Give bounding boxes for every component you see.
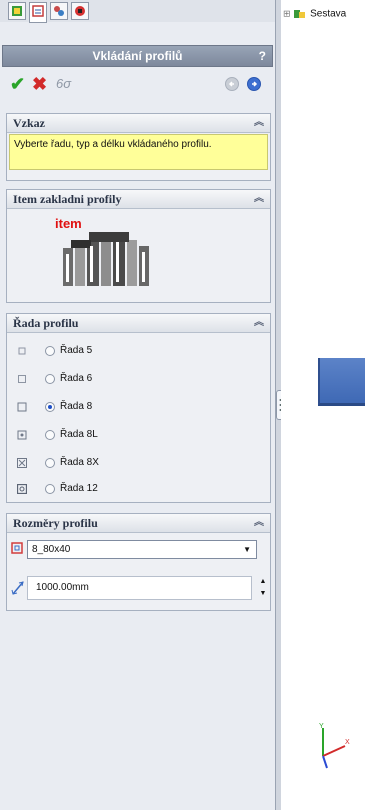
series-8x-label: Řada 8X xyxy=(60,457,99,468)
collapse-chevron-icon[interactable]: ︽ xyxy=(254,514,264,532)
display-manager-icon xyxy=(75,6,85,16)
profile-8x-icon xyxy=(17,458,27,468)
tree-expand-icon[interactable]: ⊞ xyxy=(283,9,291,19)
configuration-manager-tab[interactable] xyxy=(50,2,68,20)
feature-manager-tab[interactable] xyxy=(8,2,26,20)
series-12-radio[interactable] xyxy=(45,484,55,494)
panel-title: Vkládání profilů xyxy=(92,49,183,63)
series-8x-radio[interactable] xyxy=(45,458,55,468)
aluminium-profiles-image xyxy=(63,232,149,286)
item-profiles-group-title: Item zakladni profily xyxy=(13,192,122,206)
length-input[interactable]: 1000.00mm xyxy=(27,576,252,600)
series-8-radio[interactable] xyxy=(45,402,55,412)
series-8l-label: Řada 8L xyxy=(60,429,98,440)
length-icon xyxy=(11,581,24,595)
series-12-label: Řada 12 xyxy=(60,483,98,494)
spin-down-icon[interactable]: ▼ xyxy=(257,588,269,600)
configuration-manager-icon xyxy=(54,6,64,16)
profile-series-group-header[interactable]: Řada profilu ︽ xyxy=(7,314,270,333)
assembly-name: Sestava xyxy=(310,8,347,20)
profile-type-value: 8_80x40 xyxy=(32,544,71,555)
item-profiles-group-header[interactable]: Item zakladni profily ︽ xyxy=(7,190,270,209)
profile-8-icon xyxy=(17,402,27,412)
ok-button[interactable]: ✔ xyxy=(10,74,25,94)
profile-type-select[interactable]: 8_80x40 ▼ xyxy=(27,540,257,559)
profile-12-icon xyxy=(17,484,27,494)
message-group: Vzkaz ︽ Vyberte řadu, typ a délku vkláda… xyxy=(6,113,271,181)
cancel-button[interactable]: ✖ xyxy=(32,74,47,94)
forward-button[interactable] xyxy=(247,77,261,91)
series-6-label: Řada 6 xyxy=(60,373,93,384)
item-logo-text: item xyxy=(55,216,82,231)
item-profiles-group: Item zakladni profily ︽ item xyxy=(6,189,271,303)
profile-8l-icon xyxy=(17,430,27,440)
feature-tree-root[interactable]: ⊞ Sestava xyxy=(283,8,346,20)
help-button[interactable]: ? xyxy=(259,46,266,66)
graphics-area[interactable]: ⊞ Sestava Y X xyxy=(281,0,365,810)
message-group-title: Vzkaz xyxy=(13,116,45,130)
svg-text:X: X xyxy=(345,739,350,746)
property-manager-icon xyxy=(32,5,44,17)
profile-dimensions-group-header[interactable]: Rozměry profilu ︽ xyxy=(7,514,270,533)
svg-text:Y: Y xyxy=(319,723,324,730)
message-text: Vyberte řadu, typ a délku vkládaného pro… xyxy=(9,134,268,170)
profile-series-group: Řada profilu ︽ Řada 5 Řada 6 Řada 8 Řada… xyxy=(6,313,271,503)
profile-series-group-title: Řada profilu xyxy=(13,316,79,330)
manager-tabs xyxy=(0,0,275,23)
property-manager-panel: Vkládání profilů ? ✔ ✖ 6σ Vzkaz ︽ Vybert… xyxy=(0,0,275,810)
profile-type-icon xyxy=(11,542,23,554)
detailed-preview-button[interactable]: 6σ xyxy=(56,74,71,94)
forward-arrow-icon xyxy=(252,81,258,87)
coordinate-triad-icon: Y X xyxy=(319,723,350,769)
collapse-chevron-icon[interactable]: ︽ xyxy=(254,314,264,332)
length-value: 1000.00mm xyxy=(36,582,89,593)
series-5-label: Řada 5 xyxy=(60,345,93,356)
collapse-chevron-icon[interactable]: ︽ xyxy=(254,114,264,132)
back-button[interactable] xyxy=(225,77,239,91)
back-arrow-icon xyxy=(228,81,234,87)
action-bar: ✔ ✖ 6σ xyxy=(2,70,273,100)
profile-part-3d[interactable] xyxy=(318,358,365,406)
panel-title-bar: Vkládání profilů ? xyxy=(2,45,273,67)
spin-up-icon[interactable]: ▲ xyxy=(257,576,269,588)
display-manager-tab[interactable] xyxy=(71,2,89,20)
collapse-chevron-icon[interactable]: ︽ xyxy=(254,190,264,208)
profile-5-icon xyxy=(18,347,26,355)
series-6-radio[interactable] xyxy=(45,374,55,384)
feature-manager-icon xyxy=(12,6,22,16)
profile-dimensions-group-title: Rozměry profilu xyxy=(13,516,98,530)
profile-dimensions-group: Rozměry profilu ︽ 8_80x40 ▼ 1000.00mm ▲ … xyxy=(6,513,271,611)
property-manager-tab[interactable] xyxy=(29,2,47,23)
profile-6-icon xyxy=(18,375,26,383)
assembly-icon xyxy=(294,10,306,18)
length-spinner[interactable]: ▲ ▼ xyxy=(257,576,269,600)
message-group-header[interactable]: Vzkaz ︽ xyxy=(7,114,270,133)
series-5-radio[interactable] xyxy=(45,346,55,356)
series-8-label: Řada 8 xyxy=(60,401,93,412)
series-8l-radio[interactable] xyxy=(45,430,55,440)
dropdown-arrow-icon: ▼ xyxy=(243,545,251,554)
